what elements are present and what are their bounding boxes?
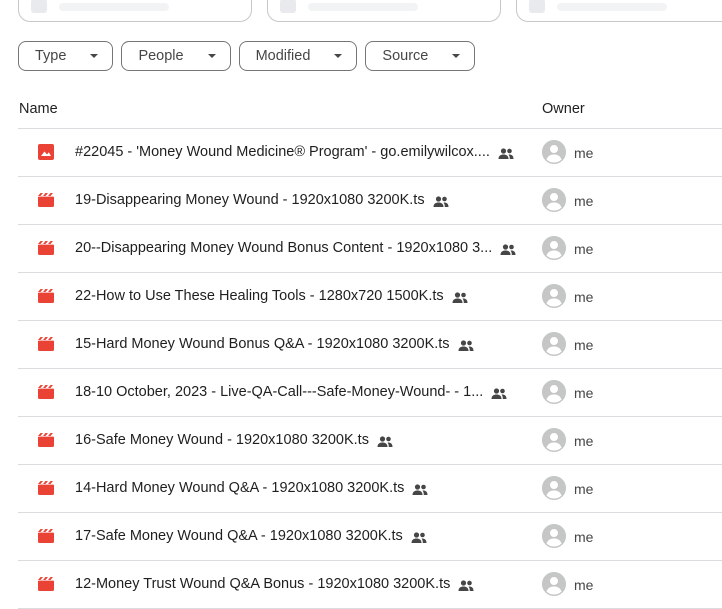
- file-row[interactable]: 20--Disappearing Money Wound Bonus Conte…: [18, 225, 722, 273]
- file-name[interactable]: 14-Hard Money Wound Q&A - 1920x1080 3200…: [75, 480, 428, 496]
- shared-people-icon: [500, 243, 516, 255]
- file-name[interactable]: 15-Hard Money Wound Bonus Q&A - 1920x108…: [75, 336, 474, 352]
- owner-avatar: [542, 476, 566, 500]
- file-row[interactable]: #22045 - 'Money Wound Medicine® Program'…: [18, 129, 722, 177]
- card-title-placeholder: [308, 3, 418, 11]
- owner-name: me: [574, 433, 594, 449]
- file-name-text: 19-Disappearing Money Wound - 1920x1080 …: [75, 192, 425, 208]
- filter-label: People: [138, 48, 184, 64]
- shared-people-icon: [498, 147, 514, 159]
- card-title-placeholder: [557, 3, 667, 11]
- owner-avatar: [542, 524, 566, 548]
- owner-avatar: [542, 140, 566, 164]
- caret-down-icon: [207, 54, 216, 58]
- file-name[interactable]: 20--Disappearing Money Wound Bonus Conte…: [75, 240, 516, 256]
- file-name-text: 12-Money Trust Wound Q&A Bonus - 1920x10…: [75, 576, 451, 592]
- file-row[interactable]: 18-10 October, 2023 - Live-QA-Call---Saf…: [18, 369, 722, 417]
- owner-avatar: [542, 572, 566, 596]
- file-row[interactable]: 22-How to Use These Healing Tools - 1280…: [18, 273, 722, 321]
- file-list-header: Name Owner: [0, 100, 722, 128]
- file-name-text: 17-Safe Money Wound Q&A - 1920x1080 3200…: [75, 528, 403, 544]
- shared-people-icon: [491, 387, 507, 399]
- image-file-icon: [38, 144, 54, 160]
- card-title-placeholder: [59, 3, 169, 11]
- owner-avatar: [542, 428, 566, 452]
- shared-people-icon: [458, 579, 474, 591]
- shared-people-icon: [377, 435, 393, 447]
- owner-name: me: [574, 529, 594, 545]
- file-name[interactable]: 12-Money Trust Wound Q&A Bonus - 1920x10…: [75, 576, 474, 592]
- owner-avatar: [542, 188, 566, 212]
- file-name[interactable]: 18-10 October, 2023 - Live-QA-Call---Saf…: [75, 384, 507, 400]
- video-file-icon: [38, 385, 54, 399]
- file-row[interactable]: 16-Safe Money Wound - 1920x1080 3200K.ts…: [18, 417, 722, 465]
- column-header-owner[interactable]: Owner: [542, 101, 585, 117]
- filter-bar: Type People Modified Source: [18, 41, 476, 71]
- video-file-icon: [38, 193, 54, 207]
- filter-modified[interactable]: Modified: [238, 41, 358, 71]
- owner-name: me: [574, 193, 594, 209]
- file-name-text: 18-10 October, 2023 - Live-QA-Call---Saf…: [75, 384, 484, 400]
- file-row[interactable]: 17-Safe Money Wound Q&A - 1920x1080 3200…: [18, 513, 722, 561]
- filter-source[interactable]: Source: [365, 41, 476, 71]
- file-name[interactable]: #22045 - 'Money Wound Medicine® Program'…: [75, 144, 514, 160]
- file-name-text: 20--Disappearing Money Wound Bonus Conte…: [75, 240, 493, 256]
- video-file-icon: [38, 577, 54, 591]
- shared-people-icon: [458, 339, 474, 351]
- owner-avatar: [542, 332, 566, 356]
- suggested-card-3[interactable]: [516, 0, 722, 22]
- file-row[interactable]: 19-Disappearing Money Wound - 1920x1080 …: [18, 177, 722, 225]
- filter-label: Modified: [255, 48, 311, 64]
- file-name-text: 22-How to Use These Healing Tools - 1280…: [75, 288, 444, 304]
- file-name-text: #22045 - 'Money Wound Medicine® Program'…: [75, 144, 490, 160]
- file-row[interactable]: 14-Hard Money Wound Q&A - 1920x1080 3200…: [18, 465, 722, 513]
- file-name-text: 16-Safe Money Wound - 1920x1080 3200K.ts: [75, 432, 369, 448]
- owner-name: me: [574, 337, 594, 353]
- file-name[interactable]: 22-How to Use These Healing Tools - 1280…: [75, 288, 468, 304]
- file-row[interactable]: 15-Hard Money Wound Bonus Q&A - 1920x108…: [18, 321, 722, 369]
- owner-name: me: [574, 385, 594, 401]
- filter-label: Type: [35, 48, 67, 64]
- shared-people-icon: [452, 291, 468, 303]
- file-icon: [31, 0, 47, 13]
- shared-people-icon: [412, 483, 428, 495]
- file-icon: [529, 0, 545, 13]
- file-name-text: 15-Hard Money Wound Bonus Q&A - 1920x108…: [75, 336, 450, 352]
- video-file-icon: [38, 289, 54, 303]
- owner-avatar: [542, 284, 566, 308]
- video-file-icon: [38, 529, 54, 543]
- file-name[interactable]: 16-Safe Money Wound - 1920x1080 3200K.ts: [75, 432, 393, 448]
- video-file-icon: [38, 481, 54, 495]
- suggested-card-1[interactable]: [18, 0, 252, 22]
- owner-name: me: [574, 481, 594, 497]
- video-file-icon: [38, 433, 54, 447]
- owner-name: me: [574, 289, 594, 305]
- file-name[interactable]: 19-Disappearing Money Wound - 1920x1080 …: [75, 192, 449, 208]
- owner-avatar: [542, 236, 566, 260]
- shared-people-icon: [433, 195, 449, 207]
- owner-name: me: [574, 577, 594, 593]
- video-file-icon: [38, 337, 54, 351]
- file-row[interactable]: 12-Money Trust Wound Q&A Bonus - 1920x10…: [18, 561, 722, 609]
- video-file-icon: [38, 241, 54, 255]
- shared-people-icon: [411, 531, 427, 543]
- filter-type[interactable]: Type: [18, 41, 114, 71]
- file-name[interactable]: 17-Safe Money Wound Q&A - 1920x1080 3200…: [75, 528, 427, 544]
- filter-label: Source: [382, 48, 429, 64]
- caret-down-icon: [334, 54, 343, 58]
- file-list: #22045 - 'Money Wound Medicine® Program'…: [18, 129, 722, 609]
- owner-avatar: [542, 380, 566, 404]
- owner-name: me: [574, 241, 594, 257]
- filter-people[interactable]: People: [121, 41, 231, 71]
- suggested-card-2[interactable]: [267, 0, 501, 22]
- caret-down-icon: [452, 54, 461, 58]
- column-header-name[interactable]: Name: [19, 101, 58, 117]
- file-name-text: 14-Hard Money Wound Q&A - 1920x1080 3200…: [75, 480, 405, 496]
- caret-down-icon: [90, 54, 99, 58]
- file-icon: [280, 0, 296, 13]
- owner-name: me: [574, 145, 594, 161]
